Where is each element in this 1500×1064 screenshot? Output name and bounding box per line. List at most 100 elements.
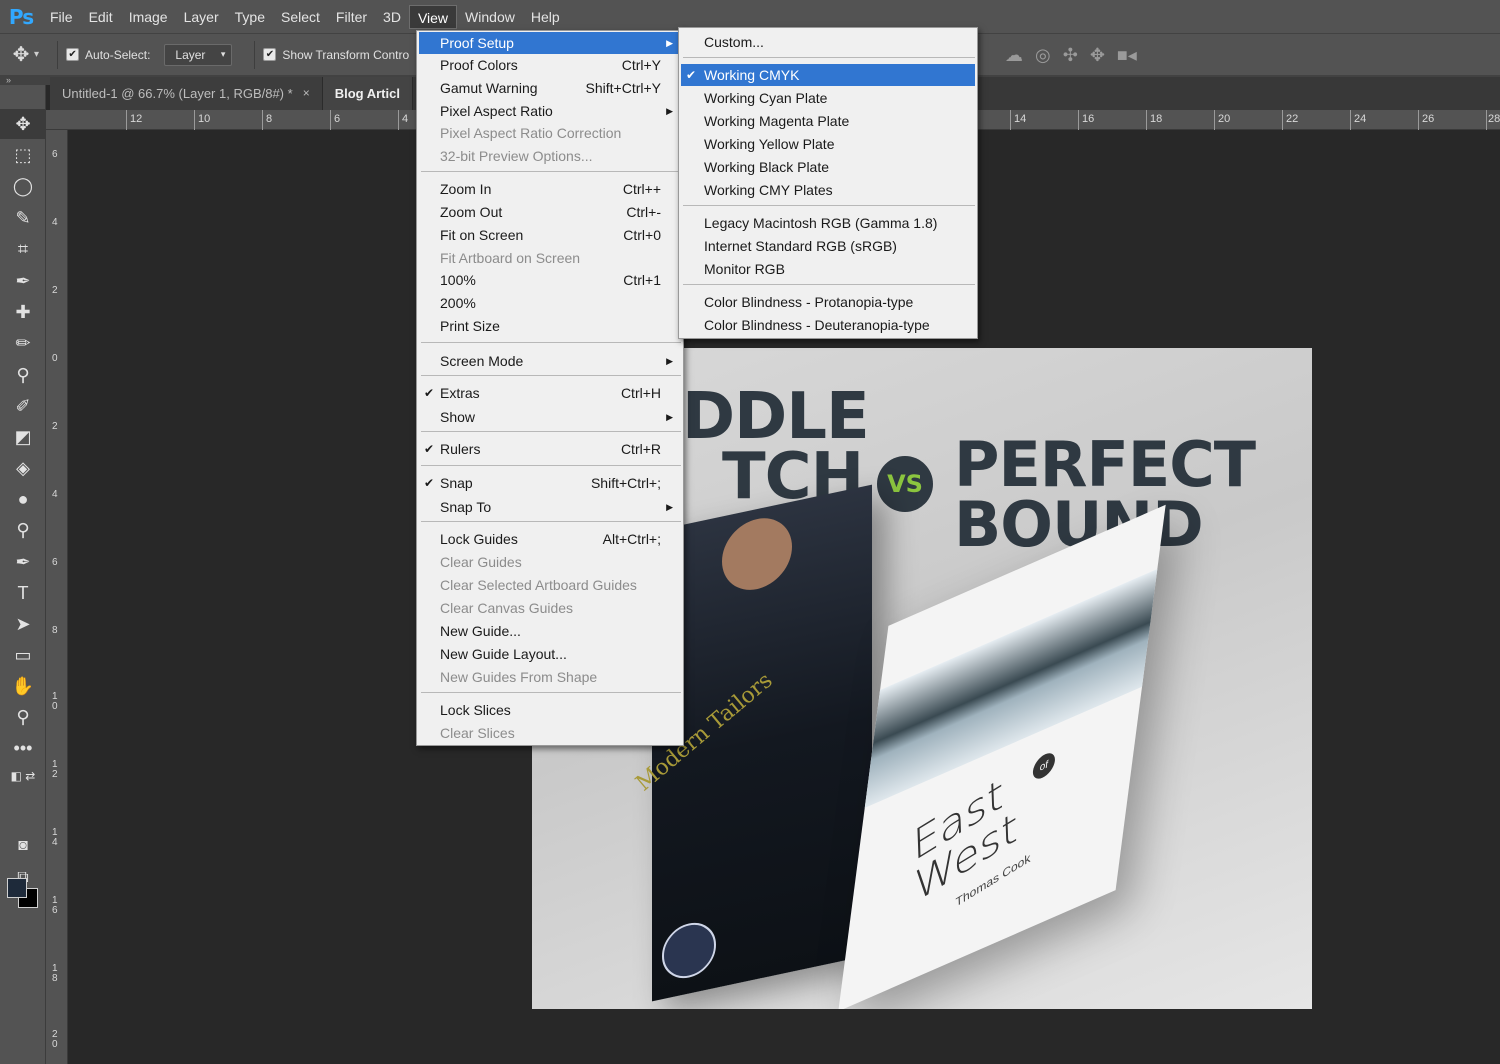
type-tool-icon[interactable]: T xyxy=(0,578,46,608)
menu-item-clear-selected-artboard-guides: Clear Selected Artboard Guides xyxy=(419,574,681,596)
menu-item-legacy-mac-rgb[interactable]: Legacy Macintosh RGB (Gamma 1.8) xyxy=(681,212,975,234)
menu-item-shortcut: Ctrl+Y xyxy=(621,57,661,73)
move-tool-icon[interactable]: ✥ xyxy=(0,109,46,139)
menu-item-working-magenta-plate[interactable]: Working Magenta Plate xyxy=(681,110,975,132)
menu-item-100-percent[interactable]: 100% Ctrl+1 xyxy=(419,269,681,291)
eraser-tool-icon[interactable]: ◩ xyxy=(0,422,46,452)
marquee-tool-icon[interactable]: ⬚ xyxy=(0,140,46,170)
menu-item-internet-srgb[interactable]: Internet Standard RGB (sRGB) xyxy=(681,235,975,257)
path-selection-tool-icon[interactable]: ➤ xyxy=(0,609,46,639)
menu-item-label: Show xyxy=(440,409,476,425)
hand-tool-icon[interactable]: ✋ xyxy=(0,671,46,701)
quick-mask-icon[interactable]: ◙ xyxy=(0,831,46,861)
3d-pan-icon[interactable]: ✣ xyxy=(1063,45,1078,66)
menu-item-label: Extras xyxy=(440,385,480,401)
menu-item-protanopia[interactable]: Color Blindness - Protanopia-type xyxy=(681,291,975,313)
ruler-label: 10 xyxy=(52,691,58,712)
3d-roll-icon[interactable]: ◎ xyxy=(1035,45,1051,66)
menu-item-monitor-rgb[interactable]: Monitor RGB xyxy=(681,258,975,280)
tab-untitled-1[interactable]: Untitled-1 @ 66.7% (Layer 1, RGB/8#) * × xyxy=(50,77,323,110)
menu-item-lock-slices[interactable]: Lock Slices xyxy=(419,699,681,721)
book-title: East West xyxy=(912,764,1018,913)
ruler-label: 12 xyxy=(130,113,143,125)
auto-select-target-dropdown[interactable]: Layer ▾ xyxy=(164,43,233,66)
menu-item-rulers[interactable]: ✔ Rulers Ctrl+R xyxy=(419,438,681,460)
menu-item-snap-to[interactable]: Snap To ▶ xyxy=(419,496,681,518)
menu-item-working-yellow-plate[interactable]: Working Yellow Plate xyxy=(681,133,975,155)
menu-item-new-guide-layout[interactable]: New Guide Layout... xyxy=(419,643,681,665)
menu-3d[interactable]: 3D xyxy=(375,5,409,29)
menu-item-working-cyan-plate[interactable]: Working Cyan Plate xyxy=(681,87,975,109)
menu-type[interactable]: Type xyxy=(227,5,273,29)
menu-item-shortcut: Ctrl+0 xyxy=(623,227,661,243)
menu-item-proof-setup[interactable]: Proof Setup ▶ xyxy=(419,32,681,54)
menu-item-zoom-in[interactable]: Zoom In Ctrl++ xyxy=(419,178,681,200)
tab-label: Untitled-1 @ 66.7% (Layer 1, RGB/8#) * xyxy=(62,86,293,101)
zoom-tool-icon[interactable]: ⚲ xyxy=(0,702,46,732)
menu-window[interactable]: Window xyxy=(457,5,523,29)
tab-blog-article[interactable]: Blog Articl xyxy=(322,77,413,110)
3d-scale-icon[interactable]: ■◂ xyxy=(1117,45,1137,66)
menu-view[interactable]: View xyxy=(408,4,458,29)
menu-item-zoom-out[interactable]: Zoom Out Ctrl+- xyxy=(419,201,681,223)
ruler-label: 8 xyxy=(52,625,58,636)
ruler-label: 6 xyxy=(52,149,58,160)
healing-brush-tool-icon[interactable]: ✚ xyxy=(0,297,46,327)
vertical-ruler[interactable]: 6 4 2 0 2 4 6 8 10 12 14 16 18 20 xyxy=(46,130,68,1064)
clone-stamp-tool-icon[interactable]: ⚲ xyxy=(0,360,46,390)
menu-item-new-guide[interactable]: New Guide... xyxy=(419,620,681,642)
brush-tool-icon[interactable]: ✏ xyxy=(0,328,46,358)
menu-item-200-percent[interactable]: 200% xyxy=(419,292,681,314)
menu-item-label: Zoom Out xyxy=(440,204,503,220)
menu-help[interactable]: Help xyxy=(523,5,568,29)
menu-item-label: Lock Slices xyxy=(440,702,511,718)
eyedropper-tool-icon[interactable]: ✒ xyxy=(0,266,46,296)
menu-item-proof-colors[interactable]: Proof Colors Ctrl+Y xyxy=(419,54,681,76)
menu-edit[interactable]: Edit xyxy=(81,5,121,29)
more-tools-icon[interactable]: ••• xyxy=(0,733,46,763)
paint-bucket-tool-icon[interactable]: ◈ xyxy=(0,453,46,483)
close-icon[interactable]: × xyxy=(303,77,310,110)
rectangle-tool-icon[interactable]: ▭ xyxy=(0,640,46,670)
menu-item-working-black-plate[interactable]: Working Black Plate xyxy=(681,156,975,178)
menu-item-screen-mode[interactable]: Screen Mode ▶ xyxy=(419,350,681,372)
pen-tool-icon[interactable]: ✒ xyxy=(0,547,46,577)
menu-item-extras[interactable]: ✔ Extras Ctrl+H xyxy=(419,382,681,404)
menu-filter[interactable]: Filter xyxy=(328,5,375,29)
ruler-label: 2 xyxy=(52,285,58,296)
menu-item-print-size[interactable]: Print Size xyxy=(419,315,681,337)
menu-item-lock-guides[interactable]: Lock Guides Alt+Ctrl+; xyxy=(419,528,681,550)
menu-select[interactable]: Select xyxy=(273,5,328,29)
history-brush-tool-icon[interactable]: ✐ xyxy=(0,391,46,421)
menu-item-fit-on-screen[interactable]: Fit on Screen Ctrl+0 xyxy=(419,224,681,246)
chevron-down-icon[interactable]: ▾ xyxy=(34,49,39,60)
menu-item-pixel-aspect-ratio[interactable]: Pixel Aspect Ratio ▶ xyxy=(419,100,681,122)
swap-colors-icon[interactable]: ◧ ⇄ xyxy=(0,761,46,791)
menu-item-label: 32-bit Preview Options... xyxy=(440,148,593,164)
dodge-tool-icon[interactable]: ⚲ xyxy=(0,515,46,545)
menu-item-snap[interactable]: ✔ Snap Shift+Ctrl+; xyxy=(419,472,681,494)
auto-select-checkbox[interactable]: ✔ xyxy=(66,48,80,61)
show-transform-checkbox[interactable]: ✔ xyxy=(263,48,277,61)
checkmark-icon: ✔ xyxy=(424,442,435,456)
quick-selection-tool-icon[interactable]: ✎ xyxy=(0,203,46,233)
menu-item-working-cmyk[interactable]: ✔ Working CMYK xyxy=(681,64,975,86)
menu-layer[interactable]: Layer xyxy=(176,5,227,29)
menu-item-label: New Guide... xyxy=(440,623,521,639)
foreground-color-swatch[interactable] xyxy=(7,878,27,898)
blur-tool-icon[interactable]: ● xyxy=(0,484,46,514)
menu-item-deuteranopia[interactable]: Color Blindness - Deuteranopia-type xyxy=(681,314,975,336)
menu-item-working-cmy-plates[interactable]: Working CMY Plates xyxy=(681,179,975,201)
menu-item-gamut-warning[interactable]: Gamut Warning Shift+Ctrl+Y xyxy=(419,77,681,99)
menu-item-label: 100% xyxy=(440,272,476,288)
crop-tool-icon[interactable]: ⌗ xyxy=(0,234,46,264)
menu-file[interactable]: File xyxy=(42,5,81,29)
3d-orbit-icon[interactable]: ☁ xyxy=(1005,45,1023,66)
menu-item-show[interactable]: Show ▶ xyxy=(419,406,681,428)
menu-item-custom[interactable]: Custom... xyxy=(681,31,975,53)
menu-item-label: Clear Canvas Guides xyxy=(440,600,574,616)
menu-image[interactable]: Image xyxy=(121,5,176,29)
3d-slide-icon[interactable]: ✥ xyxy=(1090,45,1105,66)
lasso-tool-icon[interactable]: ◯ xyxy=(0,171,46,201)
ruler-tick xyxy=(1486,110,1487,130)
